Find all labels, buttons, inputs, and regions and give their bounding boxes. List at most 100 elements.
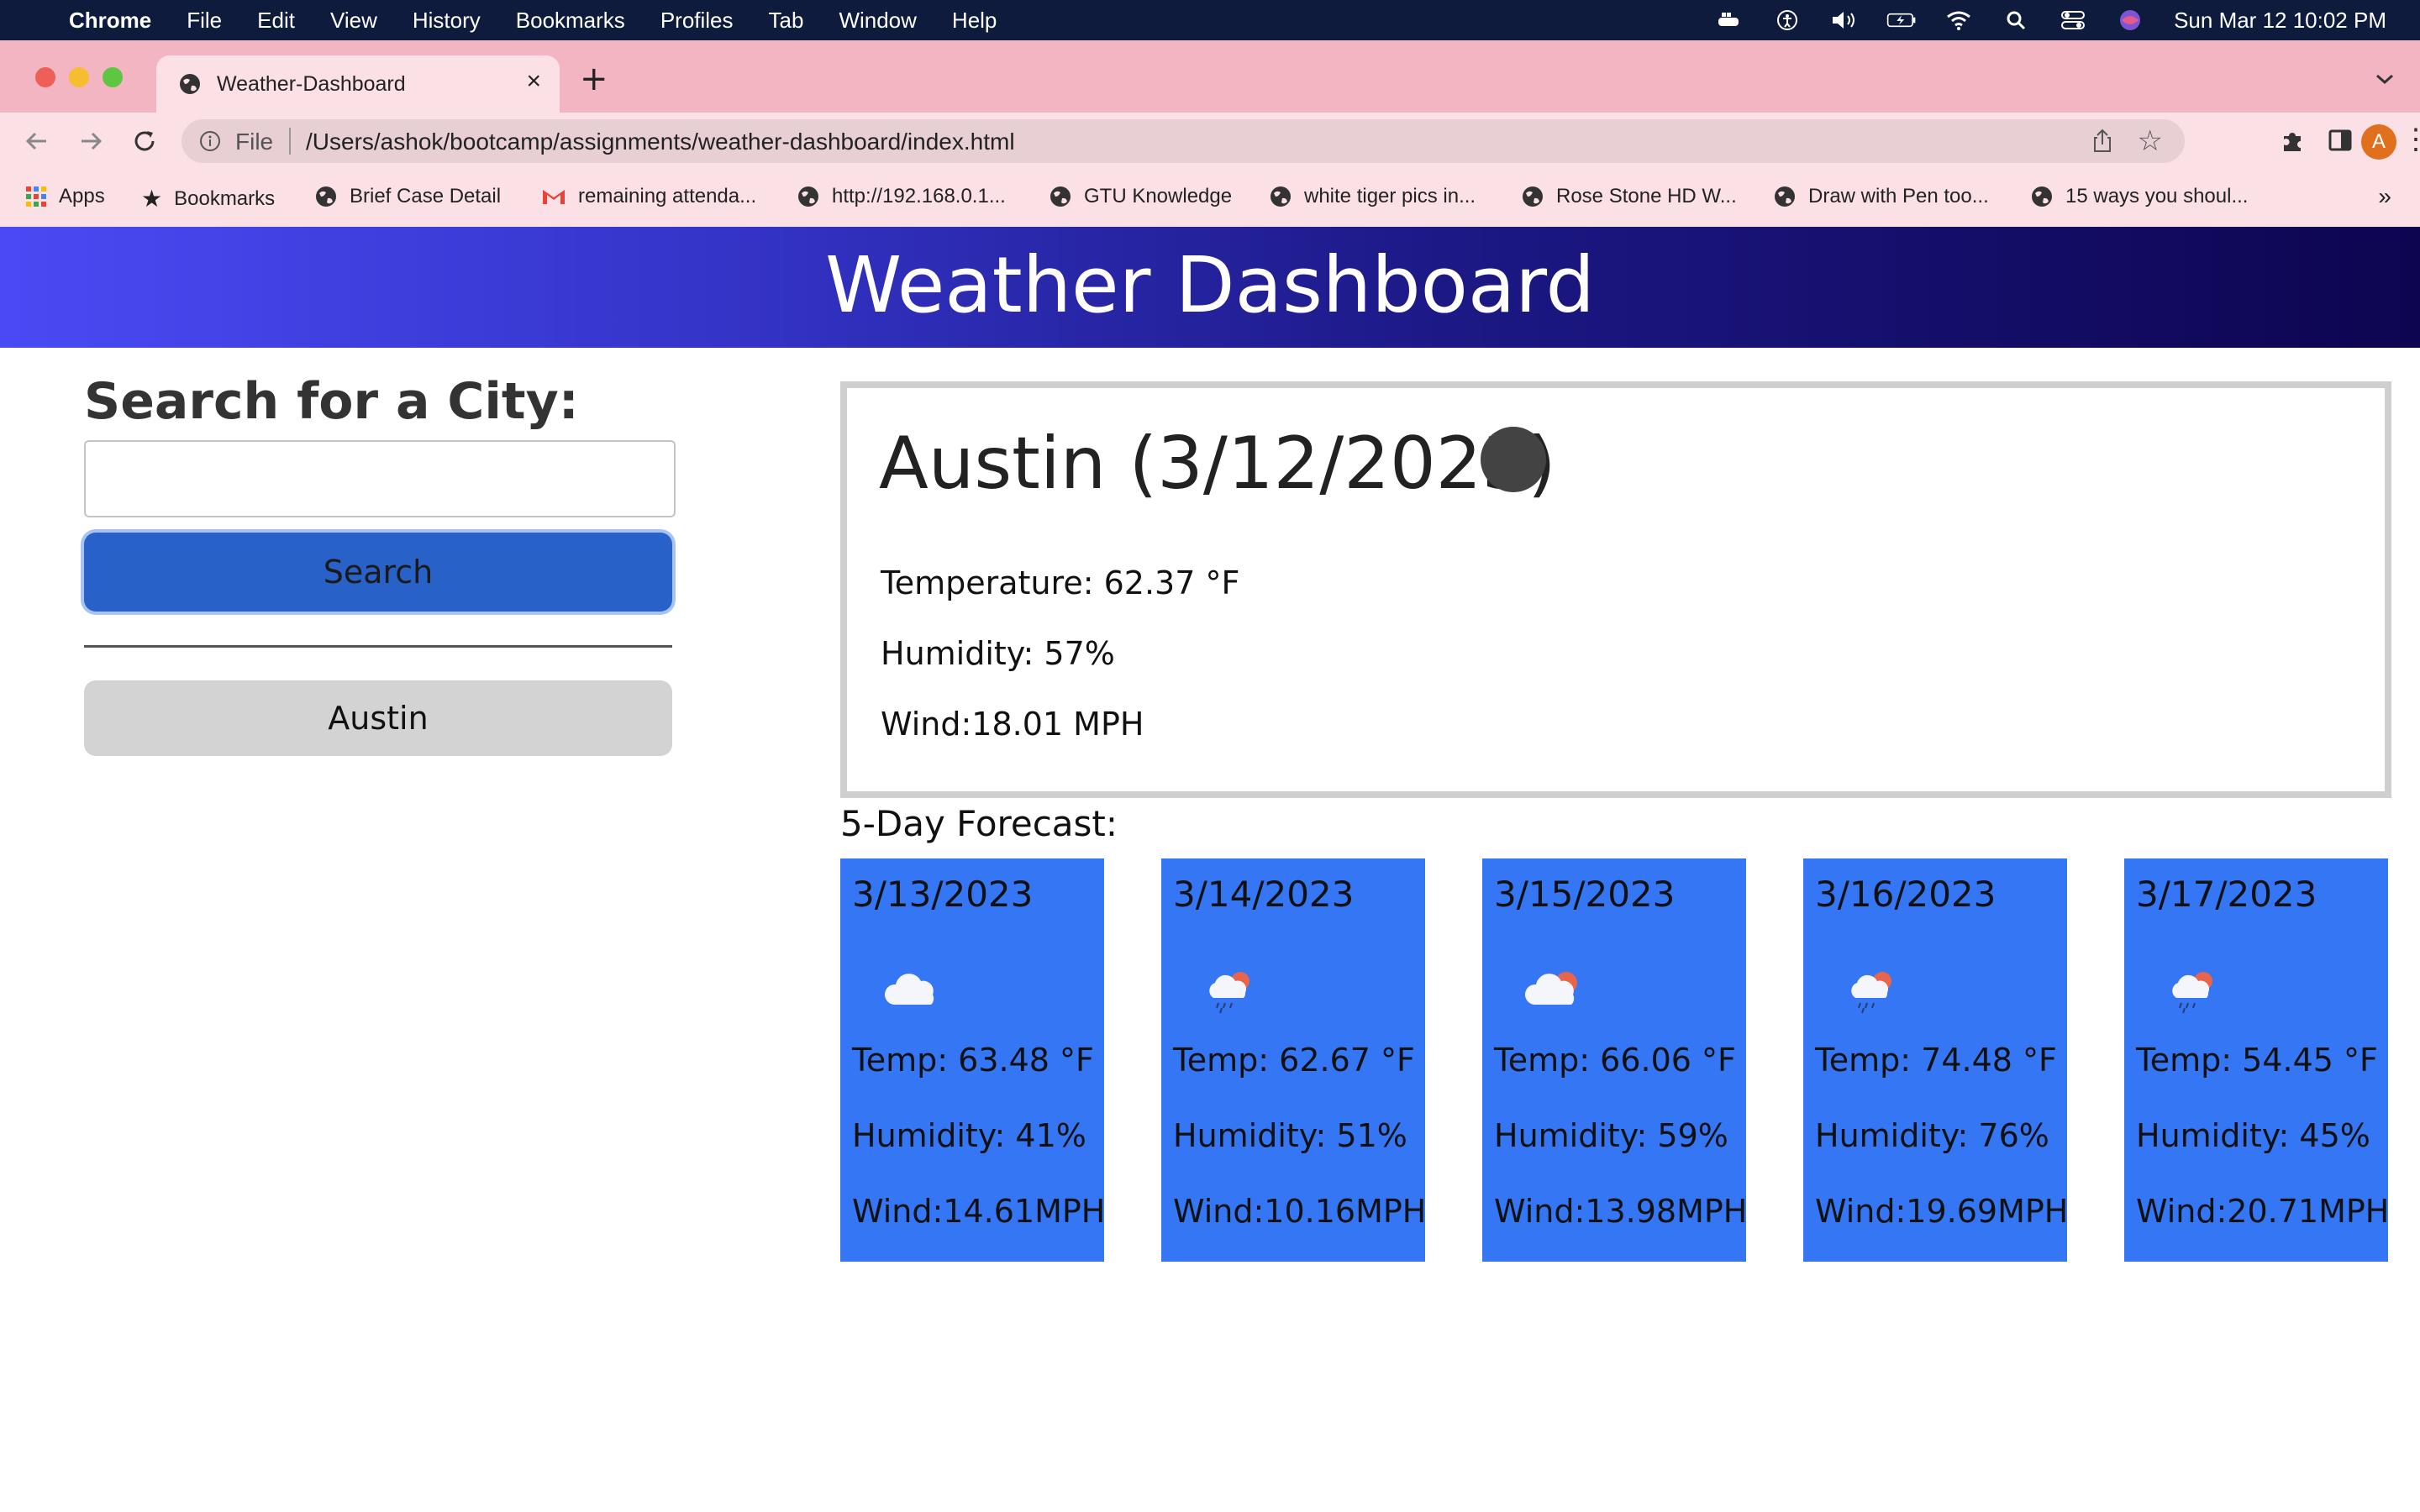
battery-icon[interactable] [1886, 9, 1917, 31]
rain-sun-icon [2166, 968, 2228, 1014]
history-city-button[interactable]: Austin [84, 680, 672, 756]
forecast-humidity: Humidity: 76% [1815, 1117, 2049, 1154]
bookmark-label: Bookmarks [174, 186, 276, 210]
forecast-date: 3/17/2023 [2136, 874, 2317, 915]
forecast-humidity: Humidity: 59% [1494, 1117, 1728, 1154]
browser-tab-active[interactable]: Weather-Dashboard × [156, 55, 560, 113]
menu-bookmarks[interactable]: Bookmarks [516, 8, 625, 34]
globe-icon [314, 185, 338, 208]
profile-avatar[interactable]: A [2361, 124, 2396, 160]
forecast-humidity: Humidity: 45% [2136, 1117, 2370, 1154]
accessibility-icon[interactable] [1772, 9, 1802, 31]
current-city-date: Austin (3/12/2023) [879, 422, 1556, 506]
menu-tab[interactable]: Tab [769, 8, 804, 34]
forecast-wind: Wind:13.98MPH [1494, 1193, 1748, 1230]
back-arrow-icon[interactable] [18, 123, 55, 160]
bookmark-draw-with-pen[interactable]: Draw with Pen too... [1773, 185, 1989, 208]
globe-icon [1049, 185, 1072, 208]
bookmark-rose-stone[interactable]: Rose Stone HD W... [1521, 185, 1737, 208]
rain-sun-icon [1203, 968, 1265, 1014]
reload-icon[interactable] [126, 123, 163, 160]
current-weather-panel: Austin (3/12/2023) Temperature: 62.37 °F… [840, 381, 2391, 798]
menu-file[interactable]: File [187, 8, 222, 34]
bookmark-label: Draw with Pen too... [1808, 185, 1989, 207]
forward-arrow-icon[interactable] [72, 123, 109, 160]
forecast-date: 3/14/2023 [1173, 874, 1355, 915]
browser-toolbar: File /Users/ashok/bootcamp/assignments/w… [0, 113, 2420, 170]
forecast-card: 3/13/2023 Temp: 63.48 °F Humidity: 41% W… [840, 858, 1105, 1262]
docker-icon[interactable] [1715, 9, 1745, 31]
extensions-puzzle-icon[interactable] [2279, 126, 2307, 159]
search-sidebar: Search for a City: Search Austin [84, 370, 676, 756]
bookmarks-overflow-button[interactable]: » [2378, 183, 2391, 210]
forecast-temp: Temp: 74.48 °F [1815, 1042, 2057, 1079]
bookmark-gtu-knowledge[interactable]: GTU Knowledge [1049, 185, 1232, 208]
search-heading: Search for a City: [84, 372, 579, 431]
star-icon: ★ [141, 186, 163, 212]
share-icon[interactable] [2091, 128, 2114, 160]
bookmark-http-192-168[interactable]: http://192.168.0.1... [797, 185, 1006, 208]
close-tab-icon[interactable]: × [526, 67, 541, 96]
tab-title: Weather-Dashboard [217, 72, 406, 96]
forecast-date: 3/13/2023 [852, 874, 1034, 915]
maximize-window-button[interactable] [103, 67, 123, 87]
bookmark-brief-case-detail[interactable]: Brief Case Detail [314, 185, 501, 208]
forecast-card: 3/14/2023 Temp: 62.67 °F Humidity: 51% W… [1161, 858, 1427, 1262]
menu-profiles[interactable]: Profiles [660, 8, 734, 34]
forecast-wind: Wind:19.69MPH [1815, 1193, 2069, 1230]
control-center-icon[interactable] [2058, 9, 2088, 31]
minimize-window-button[interactable] [69, 67, 89, 87]
kebab-menu-icon[interactable]: ⋮ [2402, 123, 2420, 156]
cloud-sun-icon [1524, 968, 1586, 1010]
url-separator [289, 128, 291, 155]
bookmark-bookmarks[interactable]: ★ Bookmarks [141, 185, 275, 213]
page-content: Weather Dashboard Search for a City: Sea… [0, 227, 2420, 1512]
side-panel-icon[interactable] [2328, 128, 2353, 157]
menu-bar-clock[interactable]: Sun Mar 12 10:02 PM [2174, 8, 2386, 34]
bookmark-label: http://192.168.0.1... [832, 185, 1006, 207]
menu-window[interactable]: Window [839, 8, 916, 34]
menu-history[interactable]: History [413, 8, 481, 34]
forecast-card: 3/15/2023 Temp: 66.06 °F Humidity: 59% W… [1482, 858, 1748, 1262]
wifi-icon[interactable] [1944, 9, 1974, 31]
tab-search-chevron-icon[interactable] [2375, 72, 2395, 89]
bookmark-label: white tiger pics in... [1304, 185, 1476, 207]
bookmark-remaining-attenda[interactable]: remaining attenda... [541, 185, 756, 208]
bookmark-label: GTU Knowledge [1084, 185, 1233, 207]
volume-icon[interactable] [1829, 9, 1860, 31]
globe-icon [1521, 185, 1544, 208]
menu-edit[interactable]: Edit [257, 8, 295, 34]
forecast-humidity: Humidity: 51% [1173, 1117, 1407, 1154]
spotlight-search-icon[interactable] [2001, 9, 2031, 31]
site-info-icon[interactable] [198, 129, 222, 159]
forecast-temp: Temp: 54.45 °F [2136, 1042, 2378, 1079]
menu-view[interactable]: View [330, 8, 377, 34]
url-text[interactable]: /Users/ashok/bootcamp/assignments/weathe… [306, 129, 1015, 155]
browser-tab-strip: Weather-Dashboard × + [0, 40, 2420, 113]
bookmark-star-icon[interactable]: ☆ [2138, 124, 2163, 158]
globe-icon [1773, 185, 1797, 208]
page-header: Weather Dashboard [0, 227, 2420, 348]
forecast-temp: Temp: 66.06 °F [1494, 1042, 1736, 1079]
menu-app-chrome[interactable]: Chrome [69, 8, 151, 34]
city-search-input[interactable] [84, 440, 676, 517]
menu-help[interactable]: Help [952, 8, 997, 34]
forecast-title: 5-Day Forecast: [840, 803, 1118, 844]
sidebar-divider [84, 645, 672, 648]
forecast-date: 3/15/2023 [1494, 874, 1676, 915]
bookmark-apps[interactable]: Apps [25, 185, 105, 208]
close-window-button[interactable] [35, 67, 55, 87]
bookmark-label: Brief Case Detail [350, 185, 502, 207]
bookmark-white-tiger-pics[interactable]: white tiger pics in... [1269, 185, 1476, 208]
window-controls [35, 67, 136, 87]
page-title: Weather Dashboard [825, 240, 1595, 330]
search-button[interactable]: Search [84, 533, 672, 612]
bookmark-15-ways[interactable]: 15 ways you shoul... [2030, 185, 2248, 208]
forecast-temp: Temp: 63.48 °F [852, 1042, 1094, 1079]
new-tab-button[interactable]: + [580, 62, 608, 96]
address-bar[interactable]: File /Users/ashok/bootcamp/assignments/w… [182, 119, 2185, 163]
siri-icon[interactable] [2115, 9, 2145, 31]
forecast-wind: Wind:10.16MPH [1173, 1193, 1427, 1230]
forecast-date: 3/16/2023 [1815, 874, 1996, 915]
rain-sun-icon [1845, 968, 1907, 1014]
